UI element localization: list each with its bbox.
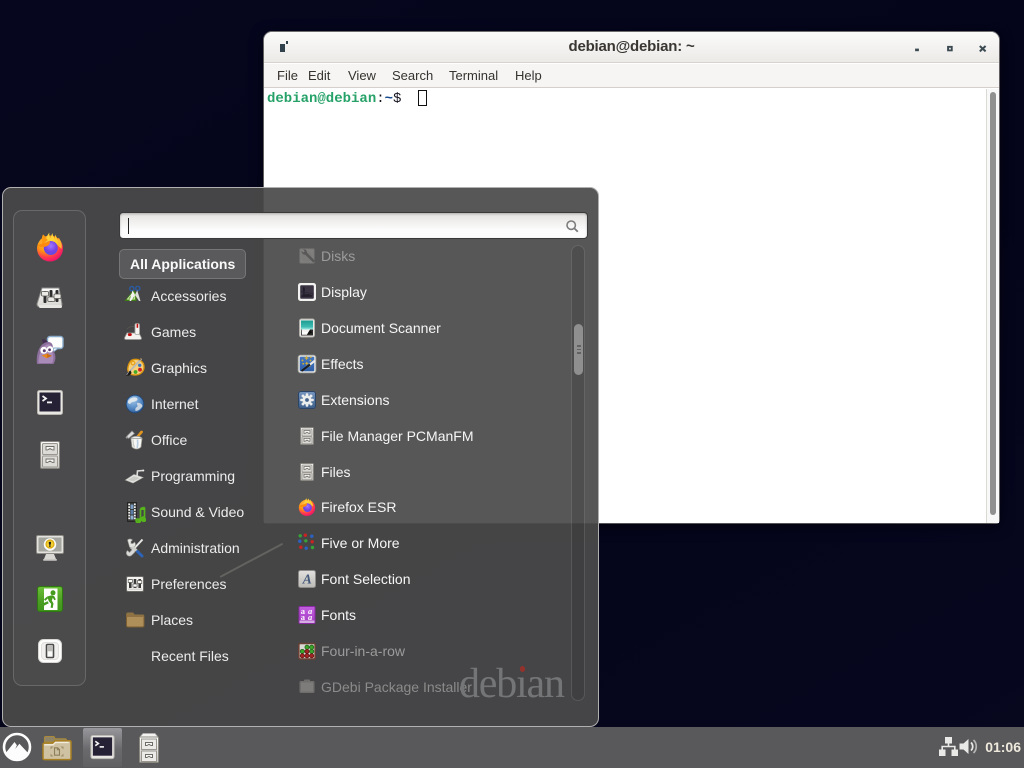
svg-text:A: A — [302, 572, 312, 587]
svg-text:a: a — [301, 612, 306, 622]
